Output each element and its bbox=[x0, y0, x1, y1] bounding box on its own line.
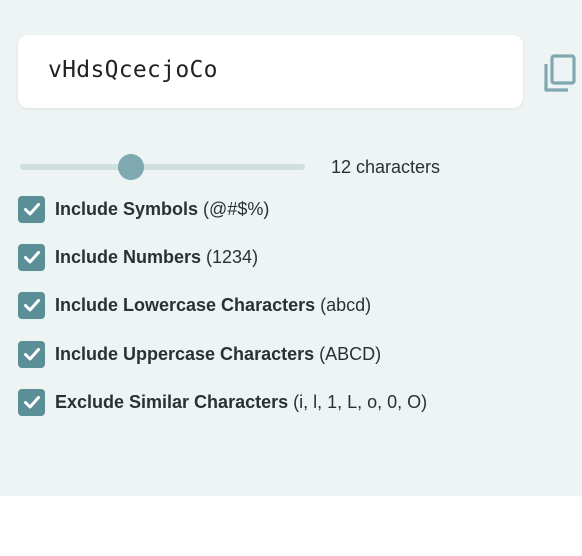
option-label: Include Lowercase Characters bbox=[55, 294, 316, 315]
option-hint: (ABCD) bbox=[319, 343, 382, 364]
length-slider-thumb[interactable] bbox=[118, 154, 145, 180]
include-symbols-checkbox[interactable] bbox=[18, 195, 45, 223]
option-label: Include Uppercase Characters bbox=[55, 343, 315, 364]
password-display[interactable]: vHdsQcecjoCo bbox=[18, 35, 523, 108]
option-include-symbols[interactable]: Include Symbols (@#$%) bbox=[18, 195, 269, 223]
option-include-uppercase[interactable]: Include Uppercase Characters (ABCD) bbox=[18, 340, 381, 368]
include-numbers-checkbox[interactable] bbox=[18, 243, 45, 271]
option-label: Exclude Similar Characters bbox=[55, 391, 289, 412]
option-label: Include Numbers bbox=[55, 246, 202, 267]
option-exclude-similar[interactable]: Exclude Similar Characters (i, l, 1, L, … bbox=[18, 388, 427, 416]
include-uppercase-checkbox[interactable] bbox=[18, 340, 45, 368]
password-text[interactable]: vHdsQcecjoCo bbox=[48, 57, 218, 83]
length-value-label: 12 characters bbox=[331, 157, 441, 177]
checkmark-icon bbox=[23, 299, 40, 312]
include-lowercase-checkbox[interactable] bbox=[18, 291, 45, 319]
option-hint: (1234) bbox=[206, 246, 259, 267]
option-hint: (@#$%) bbox=[203, 198, 270, 219]
option-include-numbers[interactable]: Include Numbers (1234) bbox=[18, 243, 258, 271]
option-include-lowercase[interactable]: Include Lowercase Characters (abcd) bbox=[18, 291, 371, 319]
option-hint: (abcd) bbox=[320, 294, 372, 315]
checkmark-icon bbox=[23, 251, 40, 264]
generator-panel: vHdsQcecjoCo 12 characters Include Symbo… bbox=[0, 0, 582, 496]
option-hint: (i, l, 1, L, o, 0, O) bbox=[293, 391, 428, 412]
checkmark-icon bbox=[23, 203, 40, 216]
length-slider-row: 12 characters bbox=[18, 150, 468, 184]
copy-button[interactable] bbox=[540, 52, 580, 96]
copy-icon bbox=[544, 54, 576, 92]
exclude-similar-checkbox[interactable] bbox=[18, 388, 45, 416]
checkmark-icon bbox=[23, 396, 40, 409]
length-slider-track[interactable] bbox=[20, 164, 305, 170]
checkmark-icon bbox=[23, 348, 40, 361]
option-label: Include Symbols bbox=[55, 198, 199, 219]
